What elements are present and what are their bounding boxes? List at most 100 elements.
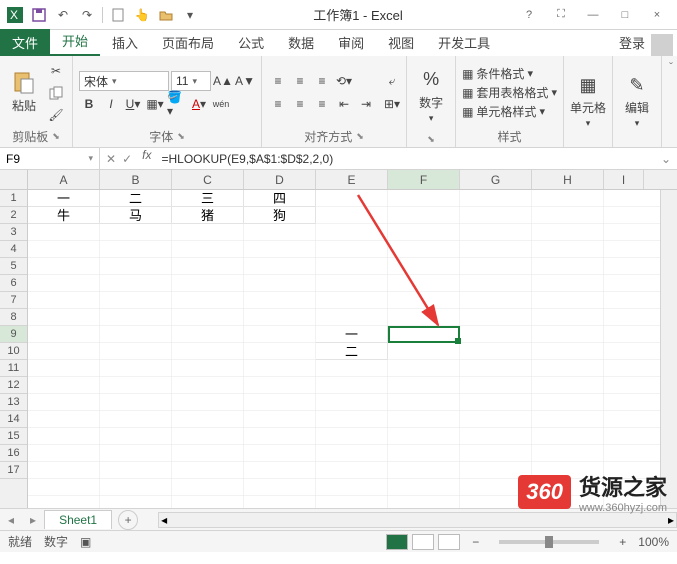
- table-format-button[interactable]: ▦套用表格格式 ▾: [462, 84, 557, 101]
- sheet-nav-prev-icon[interactable]: ◂: [0, 513, 22, 527]
- tab-developer[interactable]: 开发工具: [426, 29, 502, 56]
- cell-F9[interactable]: 牛: [388, 326, 460, 343]
- view-layout-icon[interactable]: [412, 534, 434, 550]
- minimize-icon[interactable]: —: [579, 5, 607, 25]
- cut-icon[interactable]: ✂: [46, 61, 66, 81]
- excel-logo-icon[interactable]: X: [4, 4, 26, 26]
- conditional-format-button[interactable]: ▦条件格式 ▾: [462, 65, 557, 82]
- select-all-corner[interactable]: [0, 170, 28, 189]
- font-name-combo[interactable]: 宋体▾: [79, 71, 169, 91]
- cell-styles-button[interactable]: ▦单元格样式 ▾: [462, 103, 557, 120]
- tab-data[interactable]: 数据: [276, 29, 326, 56]
- paste-button[interactable]: 粘贴: [6, 71, 42, 114]
- name-box[interactable]: F9▾: [0, 148, 100, 169]
- avatar-icon[interactable]: [651, 34, 673, 56]
- col-header-A[interactable]: A: [28, 170, 100, 189]
- editing-button[interactable]: ✎ 编辑 ▾: [619, 73, 655, 129]
- qat-dropdown-icon[interactable]: ▾: [179, 4, 201, 26]
- number-format-button[interactable]: % 数字 ▾: [413, 68, 449, 124]
- close-icon[interactable]: ×: [643, 5, 671, 25]
- align-right-icon[interactable]: ≡: [312, 94, 332, 114]
- col-header-F[interactable]: F: [388, 170, 460, 189]
- wrap-text-icon[interactable]: ⤶: [384, 72, 400, 92]
- view-normal-icon[interactable]: [386, 534, 408, 550]
- font-launcher-icon[interactable]: ⬊: [177, 131, 185, 142]
- qat-open-icon[interactable]: [155, 4, 177, 26]
- col-header-E[interactable]: E: [316, 170, 388, 189]
- format-painter-icon[interactable]: 🖌: [46, 105, 66, 125]
- align-left-icon[interactable]: ≡: [268, 94, 288, 114]
- row-header-12[interactable]: 12: [0, 377, 27, 394]
- cancel-formula-icon[interactable]: ✕: [106, 152, 116, 166]
- zoom-level[interactable]: 100%: [638, 535, 669, 549]
- row-header-4[interactable]: 4: [0, 241, 27, 258]
- number-launcher-icon[interactable]: ⬊: [427, 134, 435, 145]
- row-header-8[interactable]: 8: [0, 309, 27, 326]
- row-header-11[interactable]: 11: [0, 360, 27, 377]
- indent-increase-icon[interactable]: ⇥: [356, 94, 376, 114]
- col-header-C[interactable]: C: [172, 170, 244, 189]
- redo-icon[interactable]: ↷: [76, 4, 98, 26]
- row-header-1[interactable]: 1: [0, 190, 27, 207]
- expand-formula-icon[interactable]: ⌄: [661, 152, 671, 166]
- save-icon[interactable]: [28, 4, 50, 26]
- col-header-B[interactable]: B: [100, 170, 172, 189]
- row-header-6[interactable]: 6: [0, 275, 27, 292]
- phonetic-icon[interactable]: wén: [211, 94, 231, 114]
- cell-B1[interactable]: 二: [100, 190, 172, 207]
- col-header-H[interactable]: H: [532, 170, 604, 189]
- bold-button[interactable]: B: [79, 94, 99, 114]
- collapse-ribbon-icon[interactable]: ˇ: [665, 56, 677, 147]
- align-bottom-icon[interactable]: ≡: [312, 71, 332, 91]
- col-header-D[interactable]: D: [244, 170, 316, 189]
- qat-new-icon[interactable]: [107, 4, 129, 26]
- orientation-icon[interactable]: ⟲▾: [334, 71, 354, 91]
- row-header-16[interactable]: 16: [0, 445, 27, 462]
- enter-formula-icon[interactable]: ✓: [122, 152, 132, 166]
- col-header-G[interactable]: G: [460, 170, 532, 189]
- font-size-combo[interactable]: 11▾: [171, 71, 211, 91]
- cell-grid[interactable]: 一 二 三 四 牛 马 猪 狗 一 牛 二: [28, 190, 660, 508]
- cell-E9[interactable]: 一: [316, 326, 388, 343]
- help-icon[interactable]: ?: [515, 5, 543, 25]
- row-header-13[interactable]: 13: [0, 394, 27, 411]
- cell-D2[interactable]: 狗: [244, 207, 316, 224]
- maximize-icon[interactable]: □: [611, 5, 639, 25]
- font-color-icon[interactable]: A▾: [189, 94, 209, 114]
- row-header-5[interactable]: 5: [0, 258, 27, 275]
- zoom-in-icon[interactable]: +: [619, 535, 626, 549]
- vertical-scrollbar[interactable]: [660, 190, 677, 508]
- cells-button[interactable]: ▦ 单元格 ▾: [570, 73, 606, 129]
- zoom-slider[interactable]: [499, 540, 599, 544]
- tab-review[interactable]: 审阅: [326, 29, 376, 56]
- copy-icon[interactable]: [46, 83, 66, 103]
- formula-input[interactable]: =HLOOKUP(E9,$A$1:$D$2,2,0) ⌄: [155, 148, 677, 169]
- sheet-tab-sheet1[interactable]: Sheet1: [44, 510, 112, 529]
- tab-formulas[interactable]: 公式: [226, 29, 276, 56]
- tab-home[interactable]: 开始: [50, 27, 100, 56]
- italic-button[interactable]: I: [101, 94, 121, 114]
- cell-A2[interactable]: 牛: [28, 207, 100, 224]
- fill-color-icon[interactable]: 🪣▾: [167, 94, 187, 114]
- merge-icon[interactable]: ⊞▾: [384, 94, 400, 114]
- tab-file[interactable]: 文件: [0, 29, 50, 56]
- cell-C2[interactable]: 猪: [172, 207, 244, 224]
- cell-B2[interactable]: 马: [100, 207, 172, 224]
- align-middle-icon[interactable]: ≡: [290, 71, 310, 91]
- clipboard-launcher-icon[interactable]: ⬊: [52, 131, 60, 142]
- login-link[interactable]: 登录: [607, 29, 651, 56]
- undo-icon[interactable]: ↶: [52, 4, 74, 26]
- zoom-out-icon[interactable]: −: [472, 535, 479, 549]
- align-center-icon[interactable]: ≡: [290, 94, 310, 114]
- row-header-9[interactable]: 9: [0, 326, 27, 343]
- alignment-launcher-icon[interactable]: ⬊: [356, 131, 364, 142]
- align-top-icon[interactable]: ≡: [268, 71, 288, 91]
- tab-page-layout[interactable]: 页面布局: [150, 29, 226, 56]
- fx-icon[interactable]: fx: [138, 148, 155, 169]
- increase-font-icon[interactable]: A▲: [213, 71, 233, 91]
- cell-A1[interactable]: 一: [28, 190, 100, 207]
- horizontal-scrollbar[interactable]: ◂▸: [158, 512, 677, 528]
- indent-decrease-icon[interactable]: ⇤: [334, 94, 354, 114]
- row-header-2[interactable]: 2: [0, 207, 27, 224]
- tab-insert[interactable]: 插入: [100, 29, 150, 56]
